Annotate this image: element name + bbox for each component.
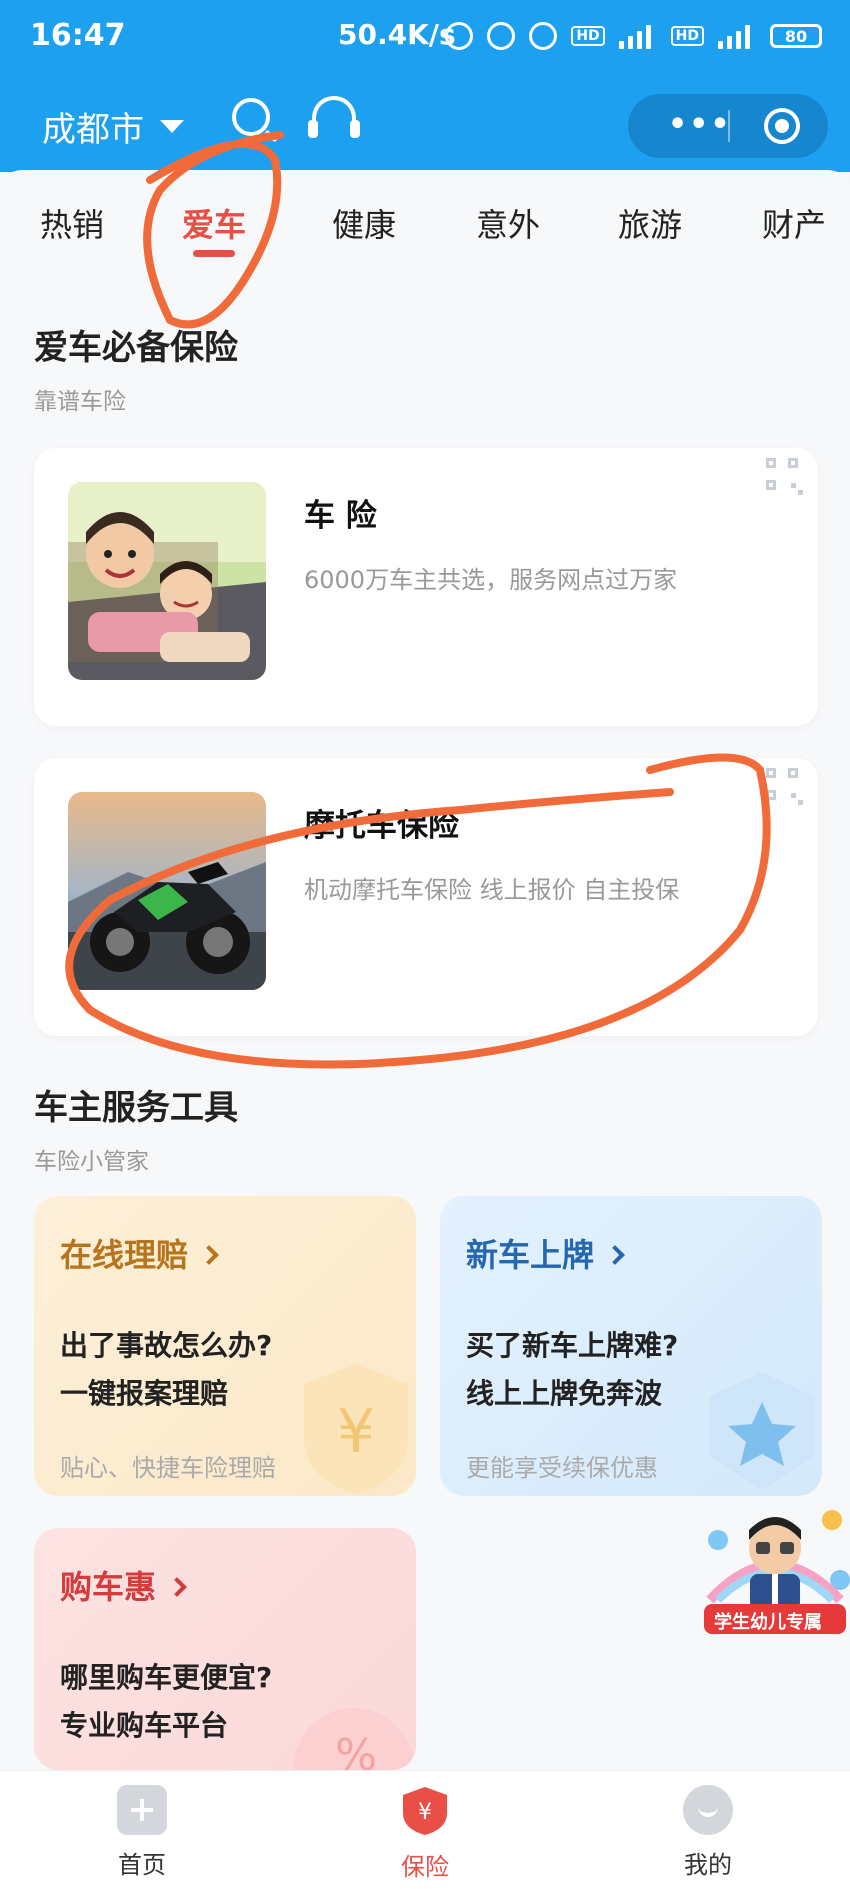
nav-insurance[interactable]: ¥ 保险 [365,1785,485,1882]
chevron-right-icon [605,1245,625,1265]
close-target-icon[interactable] [764,108,800,144]
qr-code-icon[interactable] [766,458,804,496]
chevron-right-icon [167,1577,187,1597]
insurance-shield-icon: ¥ [403,1787,447,1835]
tab-car[interactable]: 爱车 [182,200,246,246]
service-title: 新车上牌 [466,1230,625,1276]
category-tabs: 热销 爱车 健康 意外 旅游 财产 [0,180,850,270]
service-footnote: 贴心、快捷车险理赔 [60,1454,276,1482]
service-line1: 哪里购车更便宜? [60,1661,273,1694]
service-title-text: 购车惠 [60,1568,157,1606]
promo-label: 学生幼儿专属 [714,1612,822,1633]
motorcycle-photo [68,792,266,990]
service-line2: 线上上牌免奔波 [466,1377,663,1410]
discount-badge-icon: % [294,1708,414,1770]
service-online-claim[interactable]: 在线理赔 出了事故怎么办? 一键报案理赔 贴心、快捷车险理赔 ¥ [34,1196,416,1496]
active-tab-indicator [193,250,235,257]
customer-service-icon[interactable] [308,96,360,138]
service-footnote: 更能享受续保优惠 [466,1454,658,1482]
product-desc: 6000万车主共选，服务网点过万家 [304,566,678,594]
nav-home[interactable]: 首页 [82,1785,202,1880]
nav-label: 首页 [118,1851,166,1879]
service-line2: 一键报案理赔 [60,1377,229,1410]
battery-icon: 80 [770,24,822,48]
nav-label: 我的 [684,1851,732,1879]
top-bar: 16:47 50.4K/s HD HD 80 成都市 ••• [0,0,850,172]
service-title-text: 新车上牌 [466,1236,595,1274]
hd-icon-2: HD [670,26,704,46]
status-bar: 16:47 50.4K/s HD HD 80 [0,0,850,76]
qr-code-icon[interactable] [766,768,804,806]
more-icon[interactable]: ••• [668,110,732,140]
section-subtitle: 靠谱车险 [34,389,126,415]
status-time: 16:47 [30,18,126,53]
product-card-motorcycle[interactable]: 摩托车保险 机动摩托车保险 线上报价 自主投保 [34,758,818,1036]
service-car-purchase[interactable]: 购车惠 哪里购车更便宜? 专业购车平台 % [34,1528,416,1770]
service-line1: 出了事故怎么办? [60,1329,273,1362]
svg-text:%: % [335,1730,377,1770]
service-new-car-plate[interactable]: 新车上牌 买了新车上牌难? 线上上牌免奔波 更能享受续保优惠 [440,1196,822,1496]
signal-icon-2 [718,23,756,49]
yuan-shield-icon: ¥ [304,1364,408,1494]
student-promo-float[interactable]: 学生幼儿专属 [700,1500,850,1640]
service-line1: 买了新车上牌难? [466,1329,679,1362]
city-selector[interactable]: 成都市 [42,102,144,151]
section-subtitle: 车险小管家 [34,1149,149,1175]
product-title: 摩托车保险 [304,808,459,844]
tab-accident[interactable]: 意外 [476,200,540,246]
product-card-car[interactable]: 车 险 6000万车主共选，服务网点过万家 [34,448,818,726]
mute-bell-icon [487,22,516,50]
status-icons: HD HD 80 [445,22,822,50]
section-title: 车主服务工具 [34,1088,238,1128]
nav-profile[interactable]: 我的 [648,1785,768,1880]
nav-label: 保险 [401,1853,449,1881]
home-icon [117,1785,167,1835]
product-desc: 机动摩托车保险 线上报价 自主投保 [304,876,680,904]
tab-travel[interactable]: 旅游 [618,200,682,246]
chevron-right-icon [199,1245,219,1265]
tab-health[interactable]: 健康 [332,200,396,246]
header-row: 成都市 ••• [0,88,850,168]
svg-text:¥: ¥ [418,1800,432,1825]
svg-text:¥: ¥ [337,1397,375,1467]
car-photo [68,482,266,680]
service-title: 购车惠 [60,1562,187,1608]
product-title: 车 险 [304,498,377,534]
network-speed: 50.4K/s [338,18,456,51]
tab-property[interactable]: 财产 [762,200,826,246]
profile-icon [683,1785,733,1835]
star-badge-icon [710,1372,814,1490]
search-icon[interactable] [232,98,270,136]
mini-program-capsule: ••• [628,94,828,158]
service-title: 在线理赔 [60,1230,219,1276]
section-title: 爱车必备保险 [34,328,238,368]
capsule-divider [728,110,730,142]
nfc-icon [445,22,474,50]
alarm-icon [529,22,558,50]
service-line2: 专业购车平台 [60,1709,229,1742]
tab-hot[interactable]: 热销 [40,200,104,246]
service-title-text: 在线理赔 [60,1236,189,1274]
signal-icon [618,23,657,49]
hd-icon: HD [571,26,605,46]
bottom-navigation: 首页 ¥ 保险 我的 [0,1770,850,1889]
caret-down-icon[interactable] [160,120,184,133]
